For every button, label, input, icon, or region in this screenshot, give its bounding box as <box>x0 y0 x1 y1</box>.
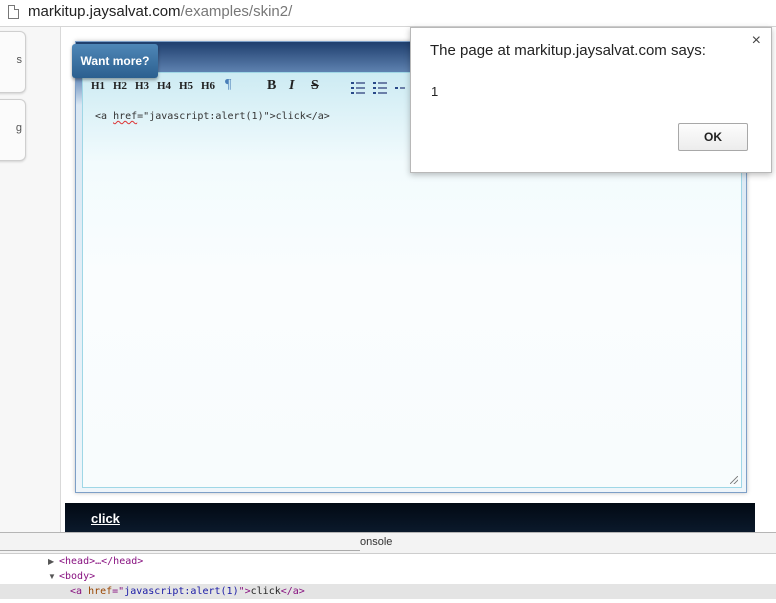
bullet-list-icon[interactable] <box>351 82 365 94</box>
h5-button[interactable]: H5 <box>179 80 193 92</box>
alert-dialog: The page at markitup.jaysalvat.com says:… <box>410 27 772 173</box>
expand-triangle-icon[interactable]: ▶ <box>48 557 54 566</box>
left-tab-1-label: s <box>16 54 23 66</box>
editor-textarea-content: <a href="javascript:alert(1)">click</a> <box>95 111 330 122</box>
numbered-list-icon[interactable] <box>373 82 387 94</box>
close-icon[interactable]: × <box>752 32 761 50</box>
dom-body-node[interactable]: <body> <box>59 571 95 582</box>
left-panel: s g <box>0 27 61 532</box>
italic-button[interactable]: I <box>289 78 294 94</box>
dialog-title: The page at markitup.jaysalvat.com says: <box>430 42 706 59</box>
left-tab-1[interactable]: s <box>0 31 26 93</box>
address-bar[interactable]: markitup.jaysalvat.com/examples/skin2/ <box>0 0 776 27</box>
preview-panel: click <box>65 503 755 533</box>
devtools-tabs: onsole <box>0 533 776 554</box>
resize-handle-icon[interactable] <box>730 476 738 484</box>
dom-anchor-node[interactable]: <a href="javascript:alert(1)">click</a> <box>70 586 305 597</box>
page-icon <box>8 5 19 19</box>
url-text[interactable]: markitup.jaysalvat.com/examples/skin2/ <box>28 3 292 20</box>
left-tab-2-label: g <box>15 122 22 134</box>
bold-button[interactable]: B <box>267 78 276 94</box>
devtools-tab-strip <box>0 533 360 551</box>
list-item-icon[interactable] <box>395 82 405 94</box>
ok-button[interactable]: OK <box>678 123 748 151</box>
tab-console[interactable]: onsole <box>360 536 392 548</box>
dialog-message: 1 <box>431 84 439 99</box>
paragraph-button[interactable]: ¶ <box>225 77 231 93</box>
h2-button[interactable]: H2 <box>113 80 127 92</box>
dom-head-node[interactable]: <head>…</head> <box>59 556 143 567</box>
preview-click-link[interactable]: click <box>91 511 120 526</box>
devtools-panel: onsole ▶ <head>…</head> ▼ <body> <a href… <box>0 532 776 603</box>
want-more-button[interactable]: Want more? <box>72 44 158 78</box>
h6-button[interactable]: H6 <box>201 80 215 92</box>
url-host: markitup.jaysalvat.com <box>28 3 181 20</box>
left-tab-2[interactable]: g <box>0 99 26 161</box>
h4-button[interactable]: H4 <box>157 80 171 92</box>
collapse-triangle-icon[interactable]: ▼ <box>48 572 56 581</box>
strike-button[interactable]: S <box>311 78 319 94</box>
url-path: /examples/skin2/ <box>180 3 293 20</box>
h3-button[interactable]: H3 <box>135 80 149 92</box>
h1-button[interactable]: H1 <box>91 80 105 92</box>
